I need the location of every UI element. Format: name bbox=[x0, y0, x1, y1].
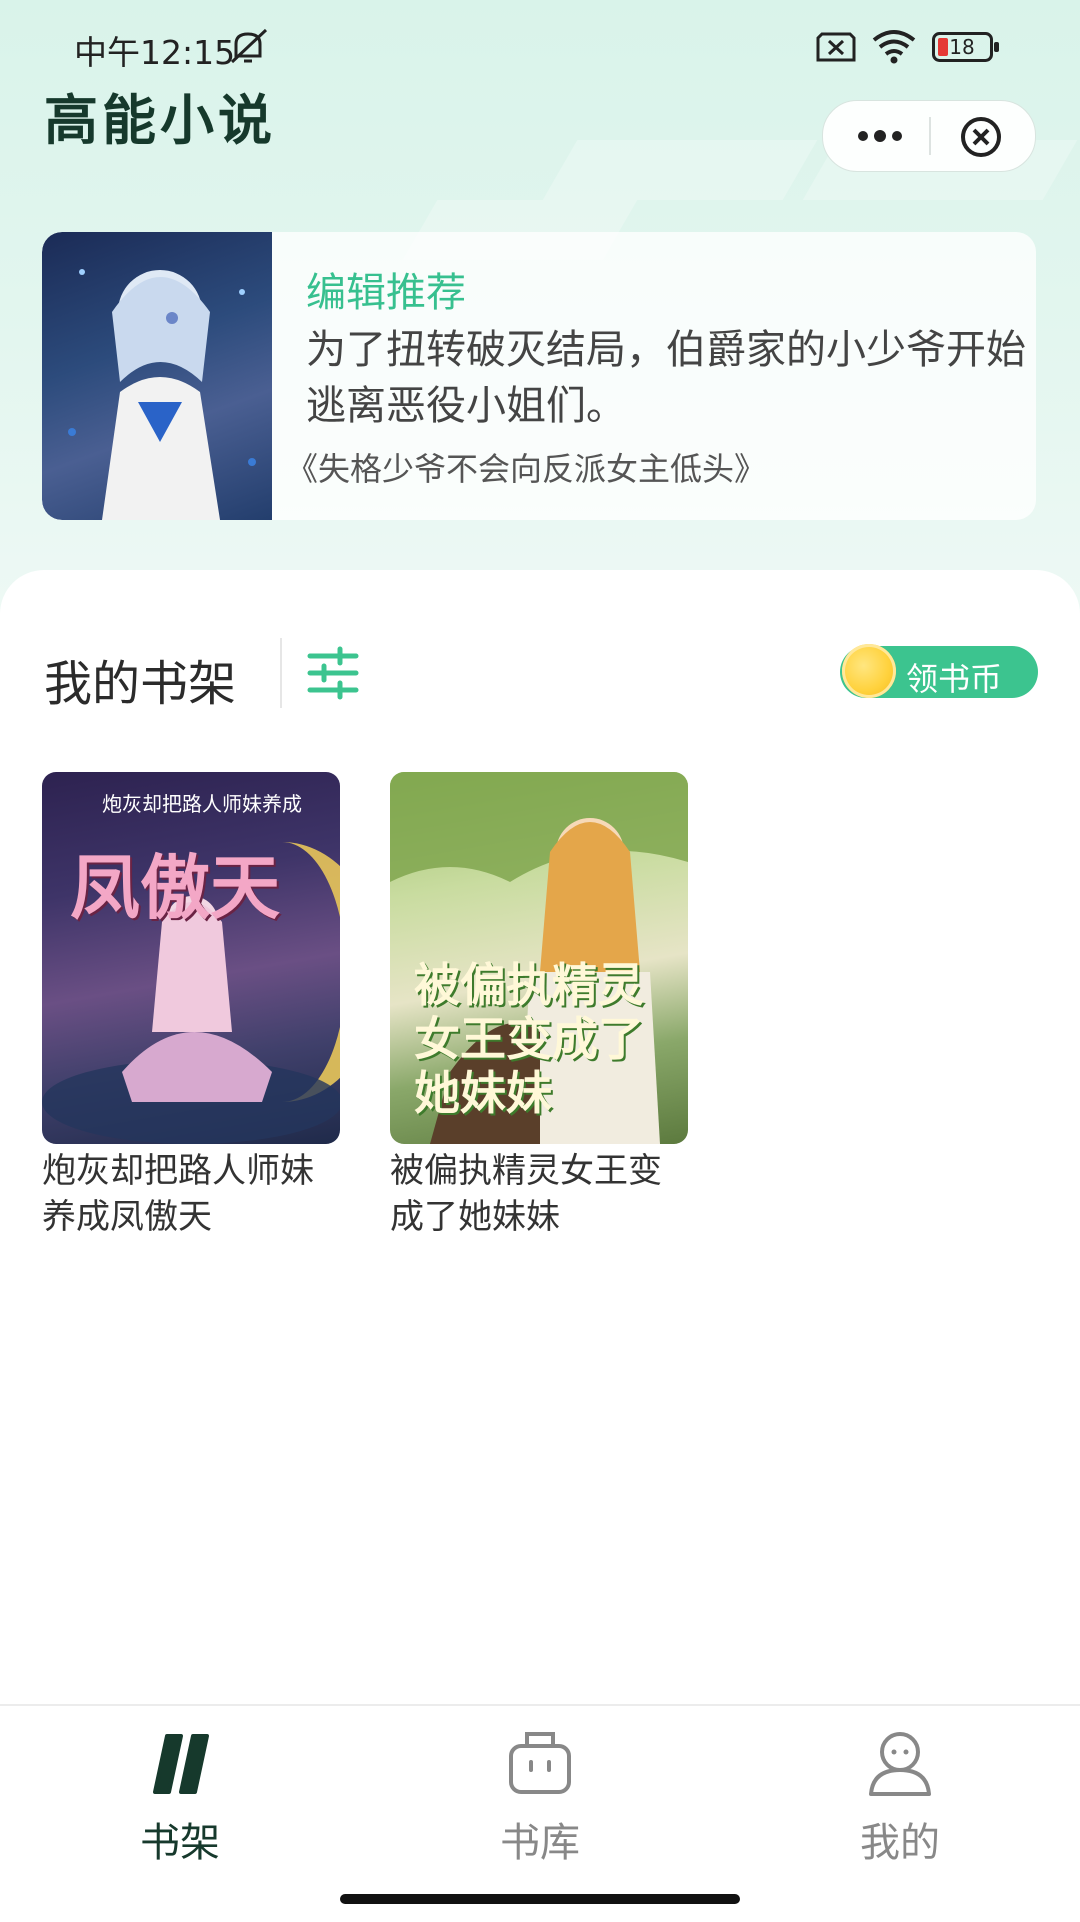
book-cover-subtitle: 炮灰却把路人师妹养成 bbox=[102, 792, 302, 816]
recommendation-label: 编辑推荐 bbox=[306, 270, 466, 316]
app-title: 高能小说 bbox=[44, 89, 276, 152]
book-cover-title: 被偏执精灵女王变成了她妹妹 bbox=[414, 958, 644, 1120]
book-cover-title: 凤傲天 bbox=[70, 846, 280, 929]
battery-level: 18 bbox=[949, 35, 975, 59]
no-sim-icon bbox=[816, 32, 856, 62]
recommendation-description: 为了扭转破灭结局，伯爵家的小少爷开始逃离恶役小姐们。 bbox=[306, 327, 1026, 429]
library-icon bbox=[509, 1732, 571, 1794]
profile-icon bbox=[869, 1732, 931, 1796]
tab-library-label: 书库 bbox=[500, 1820, 580, 1866]
tab-profile[interactable]: 我的 bbox=[810, 1728, 990, 1868]
title-divider bbox=[280, 638, 282, 708]
recommendation-cover-image bbox=[42, 232, 272, 520]
mute-icon bbox=[230, 28, 268, 64]
tab-bookshelf[interactable]: 书架 bbox=[90, 1728, 270, 1868]
capsule-divider bbox=[929, 117, 931, 155]
claim-coins-button[interactable]: 领书币 bbox=[840, 644, 1038, 698]
home-indicator[interactable] bbox=[340, 1894, 740, 1904]
tab-bookshelf-label: 书架 bbox=[140, 1820, 220, 1866]
tab-library[interactable]: 书库 bbox=[450, 1728, 630, 1868]
more-icon[interactable] bbox=[851, 119, 909, 153]
bookshelf-title: 我的书架 bbox=[44, 656, 237, 712]
book-item[interactable]: 被偏执精灵女王变成了她妹妹 被偏执精灵女王变成了她妹妹 bbox=[390, 772, 688, 1240]
wifi-icon bbox=[872, 30, 916, 64]
tab-profile-label: 我的 bbox=[860, 1820, 940, 1866]
filter-icon[interactable] bbox=[306, 646, 360, 700]
coin-icon bbox=[842, 644, 896, 698]
book-cover: 被偏执精灵女王变成了她妹妹 bbox=[390, 772, 688, 1144]
claim-coins-label: 领书币 bbox=[906, 660, 1003, 698]
book-cover: 炮灰却把路人师妹养成 凤傲天 bbox=[42, 772, 340, 1144]
recommendation-book-title: 《失格少爷不会向反派女主低头》 bbox=[286, 450, 767, 488]
editor-recommendation-card[interactable]: 编辑推荐 为了扭转破灭结局，伯爵家的小少爷开始逃离恶役小姐们。 《失格少爷不会向… bbox=[42, 232, 1036, 520]
book-title: 被偏执精灵女王变成了她妹妹 bbox=[390, 1151, 662, 1237]
book-title: 炮灰却把路人师妹养成凤傲天 bbox=[42, 1151, 314, 1237]
battery-icon: 18 bbox=[932, 32, 1000, 62]
status-time: 中午12:15 bbox=[74, 33, 236, 72]
book-item[interactable]: 炮灰却把路人师妹养成 凤傲天 炮灰却把路人师妹养成凤傲天 bbox=[42, 772, 340, 1240]
mini-program-capsule bbox=[822, 100, 1036, 172]
bookshelf-icon bbox=[153, 1734, 209, 1794]
close-icon[interactable] bbox=[959, 115, 1003, 159]
